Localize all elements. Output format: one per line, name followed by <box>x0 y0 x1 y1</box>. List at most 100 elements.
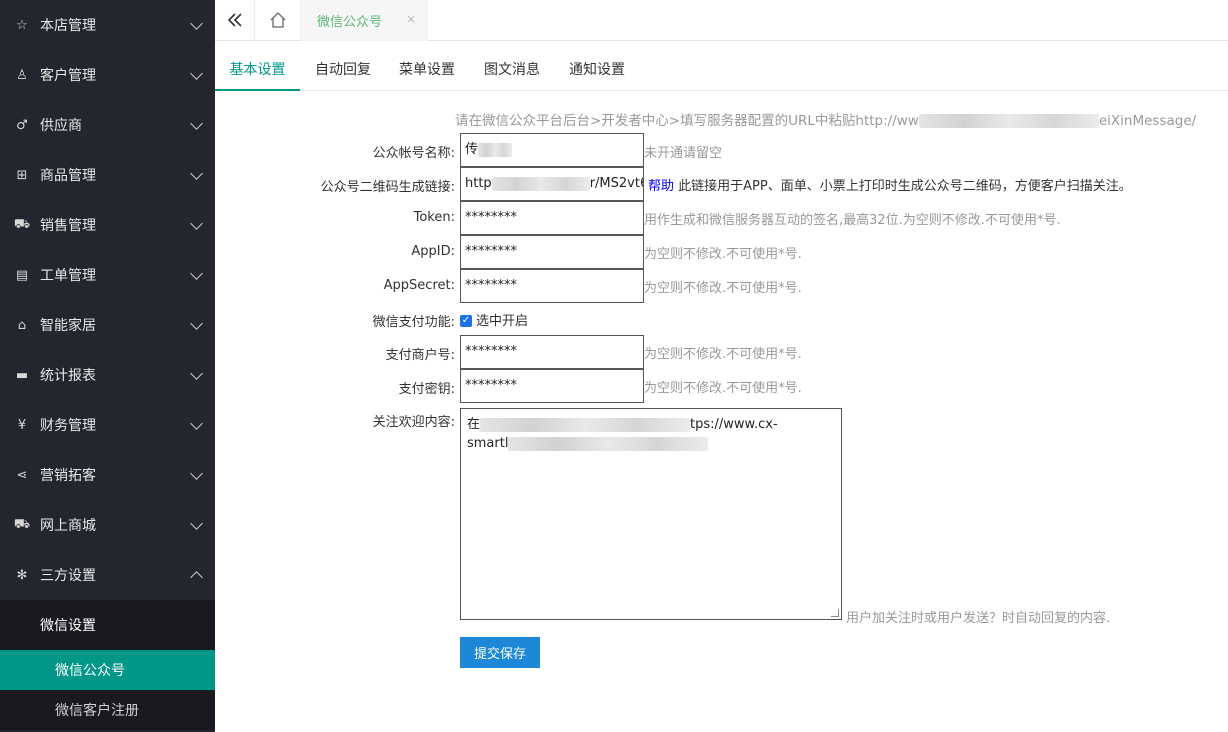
top-tab-bar: 微信公众号 × <box>215 0 1228 41</box>
tab-news-messages[interactable]: 图文消息 <box>476 41 548 91</box>
sidebar-item-wechat-official[interactable]: 微信公众号 <box>0 650 215 690</box>
cart-icon: ⛟ <box>13 216 31 232</box>
welcome-content-hint: 用户加关注时或用户发送？时自动回复的内容. <box>846 611 1111 626</box>
male-icon: ♂ <box>16 117 28 133</box>
redacted-blur <box>478 142 513 157</box>
chevron-down-icon <box>190 67 203 80</box>
appsecret-input[interactable]: ******** <box>460 269 644 303</box>
user-icon: ♙ <box>16 67 28 83</box>
wechat-pay-checkbox-label[interactable]: 选中开启 <box>476 310 528 329</box>
sidebar-item-5[interactable]: ▤ 工单管理 <box>0 250 215 300</box>
welcome-content-label: 关注欢迎内容: <box>372 415 455 430</box>
merchant-no-label: 支付商户号: <box>385 348 455 363</box>
sidebar-item-1[interactable]: ♙ 客户管理 <box>0 50 215 100</box>
chevron-down-icon <box>190 267 203 280</box>
sidebar-item-label: 工单管理 <box>40 268 96 284</box>
chevron-down-icon <box>190 217 203 230</box>
wechat-pay-label: 微信支付功能: <box>372 315 455 330</box>
tab-basic-settings[interactable]: 基本设置 <box>215 41 300 91</box>
sidebar-item-11[interactable]: ✻ 三方设置 <box>0 550 215 600</box>
submit-save-button[interactable]: 提交保存 <box>460 637 540 668</box>
tab-label: 微信公众号 <box>317 15 383 30</box>
appid-hint: 为空则不修改.不可使用*号. <box>644 247 802 262</box>
account-name-input[interactable]: 传 <box>460 133 644 167</box>
sidebar-item-7[interactable]: ▬ 统计报表 <box>0 350 215 400</box>
cart-icon: ⛟ <box>13 516 31 532</box>
sidebar-item-label: 统计报表 <box>40 368 96 384</box>
welcome-content-textarea[interactable]: 在 tps://www.cx- smartl <box>460 408 842 620</box>
sidebar-item-label: 供应商 <box>40 118 82 134</box>
redacted-blur <box>491 176 590 191</box>
token-hint: 用作生成和微信服务器互动的签名,最高32位.为空则不修改.不可使用*号. <box>644 213 1061 228</box>
merchant-no-input[interactable]: ******** <box>460 335 644 369</box>
tab-auto-reply[interactable]: 自动回复 <box>307 41 379 91</box>
qr-link-label: 公众号二维码生成链接: <box>320 180 455 195</box>
sidebar-item-9[interactable]: ⋖ 营销拓客 <box>0 450 215 500</box>
settings-tabs: 基本设置 自动回复 菜单设置 图文消息 通知设置 <box>215 41 1228 91</box>
home-icon: ⌂ <box>17 317 27 333</box>
chevron-down-icon <box>190 367 203 380</box>
redacted-blur <box>480 417 691 432</box>
wechat-pay-checkbox[interactable]: ✓ <box>460 315 472 327</box>
monitor-icon: ▬ <box>15 367 29 383</box>
resize-handle[interactable] <box>831 609 839 617</box>
chevron-up-icon <box>190 571 203 584</box>
sidebar-item-wechat-register[interactable]: 微信客户注册 <box>0 690 215 730</box>
clipboard-icon: ▤ <box>15 267 29 283</box>
sidebar-item-label: 商品管理 <box>40 168 96 184</box>
home-tab-button[interactable] <box>255 0 301 40</box>
qr-link-input[interactable]: http r/MS2vt6 <box>460 167 644 201</box>
redacted-blur <box>918 114 1099 128</box>
appid-label: AppID: <box>411 244 455 259</box>
close-icon[interactable]: × <box>406 12 416 26</box>
home-icon <box>270 12 285 28</box>
submenu-head-wechat-settings[interactable]: 微信设置 <box>0 600 215 650</box>
sidebar-item-4[interactable]: ⛟ 销售管理 <box>0 200 215 250</box>
appsecret-hint: 为空则不修改.不可使用*号. <box>644 281 802 296</box>
chevron-down-icon <box>190 517 203 530</box>
tab-menu-settings[interactable]: 菜单设置 <box>391 41 463 91</box>
sidebar-item-label: 财务管理 <box>40 418 96 434</box>
pay-key-input[interactable]: ******** <box>460 369 644 403</box>
sidebar-item-6[interactable]: ⌂ 智能家居 <box>0 300 215 350</box>
sidebar-item-label: 本店管理 <box>40 18 96 34</box>
account-name-hint: 未开通请留空 <box>644 146 723 161</box>
share-icon: ⋖ <box>16 467 28 483</box>
gift-icon: ⊞ <box>16 167 28 183</box>
collapse-sidebar-button[interactable] <box>215 0 255 40</box>
chevron-down-icon <box>190 167 203 180</box>
yen-icon: ¥ <box>17 417 27 433</box>
chevron-down-icon <box>190 117 203 130</box>
qr-link-hint: 帮助 此链接用于APP、面单、小票上打印时生成公众号二维码，方便客户扫描关注。 <box>648 179 1132 194</box>
sidebar-item-0[interactable]: ☆ 本店管理 <box>0 0 215 50</box>
chevron-down-icon <box>190 317 203 330</box>
chevron-down-icon <box>190 417 203 430</box>
star-icon: ☆ <box>16 17 28 33</box>
sidebar-item-label: 销售管理 <box>40 218 96 234</box>
sidebar-item-label: 网上商城 <box>40 518 96 534</box>
help-link[interactable]: 帮助 <box>648 179 674 194</box>
sidebar-item-label: 客户管理 <box>40 68 96 84</box>
sidebar-item-3[interactable]: ⊞ 商品管理 <box>0 150 215 200</box>
account-name-label: 公众帐号名称: <box>372 146 455 161</box>
pay-key-label: 支付密钥: <box>398 382 455 397</box>
tab-notification-settings[interactable]: 通知设置 <box>561 41 633 91</box>
sidebar-item-2[interactable]: ♂ 供应商 <box>0 100 215 150</box>
pay-key-hint: 为空则不修改.不可使用*号. <box>644 381 802 396</box>
redacted-blur <box>508 436 709 451</box>
sidebar-item-10[interactable]: ⛟ 网上商城 <box>0 500 215 550</box>
sidebar-item-label: 营销拓客 <box>40 468 96 484</box>
submenu-wechat-settings: 微信设置 微信公众号 微信客户注册 <box>0 600 215 730</box>
sidebar-item-8[interactable]: ¥ 财务管理 <box>0 400 215 450</box>
appid-input[interactable]: ******** <box>460 235 644 269</box>
sidebar-item-label: 智能家居 <box>40 318 96 334</box>
token-label: Token: <box>413 210 455 225</box>
snowflake-icon: ✻ <box>16 567 28 583</box>
token-input[interactable]: ******** <box>460 201 644 235</box>
sidebar: ☆ 本店管理 ♙ 客户管理 ♂ 供应商 ⊞ 商品管理 ⛟ 销售管理 ▤ 工单管理 ⌂ 智能家居 ▬ 统计报表 ¥… <box>0 0 215 732</box>
server-config-note: 请在微信公众平台后台>开发者中心>填写服务器配置的URL中粘贴http://ww… <box>455 113 1197 129</box>
chevron-down-icon <box>190 17 203 30</box>
double-chevron-left-icon <box>227 13 242 27</box>
sidebar-item-label: 三方设置 <box>40 568 96 584</box>
tab-wechat-official[interactable]: 微信公众号 × <box>301 0 428 41</box>
